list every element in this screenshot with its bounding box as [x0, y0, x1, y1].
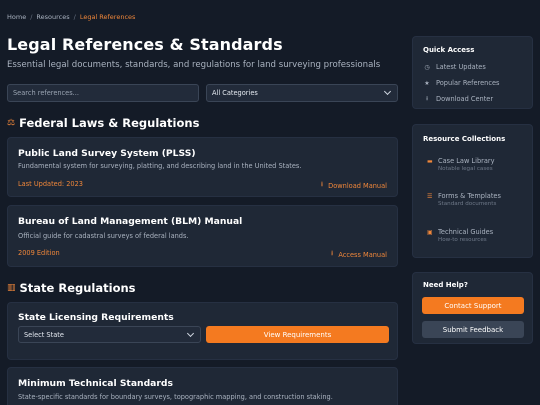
- quick-link-label: Latest Updates: [436, 63, 486, 71]
- collection-name: Technical Guides: [438, 228, 494, 236]
- chevron-down-icon: [186, 329, 195, 337]
- category-select-value: All Categories: [212, 89, 258, 97]
- category-select[interactable]: All Categories: [206, 84, 398, 102]
- access-manual-link[interactable]: ⭳ Access Manual: [331, 249, 387, 260]
- card-title: Minimum Technical Standards: [18, 378, 173, 389]
- state-heading-text: State Regulations: [19, 281, 136, 295]
- collection-subtitle: Notable legal cases: [438, 166, 493, 172]
- search-input[interactable]: [7, 84, 199, 102]
- card-title: Bureau of Land Management (BLM) Manual: [18, 216, 243, 227]
- resource-collections-panel: Resource Collections ▬ Case Law Library …: [412, 124, 533, 258]
- guide-icon: ▣: [427, 229, 433, 236]
- help-title: Need Help?: [423, 281, 468, 289]
- breadcrumb-current: Legal References: [79, 13, 136, 21]
- access-manual-label: Access Manual: [338, 250, 387, 259]
- download-manual-link[interactable]: ⭳ Download Manual: [321, 180, 387, 191]
- state-select[interactable]: Select State: [18, 326, 201, 343]
- quick-link-popular-references[interactable]: ★ Popular References: [423, 79, 499, 87]
- card-description: Fundamental system for surveying, platti…: [18, 162, 302, 170]
- card-meta: Last Updated: 2023: [18, 180, 83, 188]
- submit-feedback-button[interactable]: Submit Feedback: [422, 321, 524, 338]
- card-meta: 2009 Edition: [18, 249, 60, 257]
- quick-access-panel: Quick Access ◷ Latest Updates ★ Popular Re…: [412, 36, 533, 109]
- breadcrumb-home[interactable]: Home: [7, 13, 26, 21]
- state-section-heading: ▥ State Regulations: [7, 281, 136, 295]
- list-icon: ☰: [427, 193, 433, 200]
- quick-access-title: Quick Access: [423, 46, 475, 54]
- collections-title: Resource Collections: [423, 135, 506, 143]
- breadcrumb: Home / Resources / Legal References: [7, 13, 135, 21]
- licensing-card: State Licensing Requirements Select Stat…: [7, 302, 398, 360]
- download-icon: ⭳: [425, 95, 429, 102]
- card-description: Official guide for cadastral surveys of …: [18, 232, 189, 240]
- page-title: Legal References & Standards: [7, 35, 283, 54]
- card-title: Public Land Survey System (PLSS): [18, 148, 196, 159]
- download-icon: ⭳: [330, 249, 334, 257]
- download-icon: ⭳: [320, 180, 324, 188]
- contact-support-button[interactable]: Contact Support: [422, 297, 524, 314]
- quick-link-label: Download Center: [436, 95, 494, 103]
- card-description: State-specific standards for boundary su…: [18, 393, 333, 401]
- quick-link-download-center[interactable]: ⭳ Download Center: [423, 94, 493, 104]
- book-icon: ▬: [427, 158, 433, 165]
- collection-subtitle: How-to resources: [438, 237, 487, 243]
- breadcrumb-separator: /: [30, 13, 33, 21]
- help-panel: Need Help? Contact Support Submit Feedba…: [412, 272, 533, 344]
- quick-link-latest-updates[interactable]: ◷ Latest Updates: [423, 63, 486, 71]
- star-icon: ★: [424, 79, 430, 87]
- federal-section-heading: ⚖ Federal Laws & Regulations: [7, 116, 199, 130]
- quick-link-label: Popular References: [436, 79, 500, 87]
- breadcrumb-separator: /: [73, 13, 76, 21]
- clock-icon: ◷: [424, 63, 430, 71]
- map-icon: ▥: [7, 283, 16, 293]
- standards-card: Minimum Technical Standards State-specif…: [7, 367, 398, 405]
- plss-card: Public Land Survey System (PLSS) Fundame…: [7, 137, 398, 197]
- federal-heading-text: Federal Laws & Regulations: [19, 116, 200, 130]
- gavel-icon: ⚖: [7, 118, 16, 128]
- view-requirements-button[interactable]: View Requirements: [206, 326, 389, 343]
- collection-name: Forms & Templates: [438, 192, 501, 200]
- download-manual-label: Download Manual: [328, 181, 387, 190]
- page-subtitle: Essential legal documents, standards, an…: [7, 60, 381, 70]
- collection-name: Case Law Library: [438, 157, 495, 165]
- blm-card: Bureau of Land Management (BLM) Manual O…: [7, 205, 398, 267]
- breadcrumb-resources[interactable]: Resources: [36, 13, 69, 21]
- state-select-value: Select State: [24, 330, 64, 339]
- card-title: State Licensing Requirements: [18, 312, 174, 323]
- chevron-down-icon: [383, 87, 392, 96]
- collection-subtitle: Standard documents: [438, 201, 497, 207]
